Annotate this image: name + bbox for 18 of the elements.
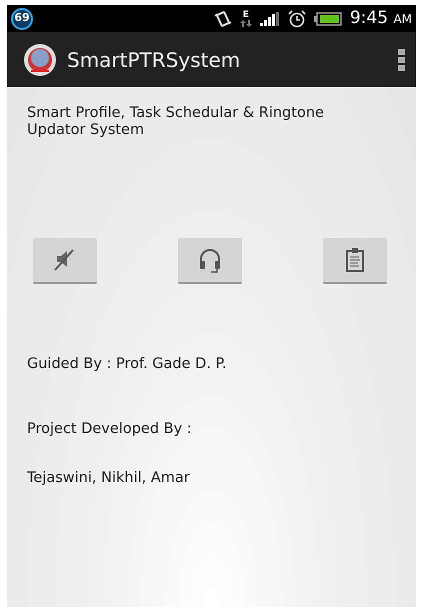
app-logo-icon[interactable] <box>23 42 57 76</box>
headset-button[interactable] <box>178 238 242 284</box>
app-title: SmartPTRSystem <box>67 46 240 74</box>
notification-badge: 69 <box>11 8 33 30</box>
clipboard-button[interactable] <box>323 238 387 284</box>
data-arrows-icon <box>240 20 252 26</box>
network-type-label: E <box>242 10 249 20</box>
vibrate-icon <box>214 10 232 26</box>
signal-icon <box>260 12 280 26</box>
app-description: Smart Profile, Task Schedular & Ringtone Updator System <box>27 105 325 138</box>
clock-time: 9:45 AM <box>350 6 412 30</box>
battery-icon <box>314 12 342 26</box>
developed-by-label: Project Developed By : <box>27 420 193 440</box>
developer-names: Tejaswini, Nikhil, Amar <box>27 468 191 488</box>
alarm-icon <box>288 10 306 28</box>
guide-text: Guided By : Prof. Gade D. P. <box>27 355 228 374</box>
overflow-menu-icon[interactable] <box>398 48 406 70</box>
mute-button[interactable] <box>33 238 97 284</box>
